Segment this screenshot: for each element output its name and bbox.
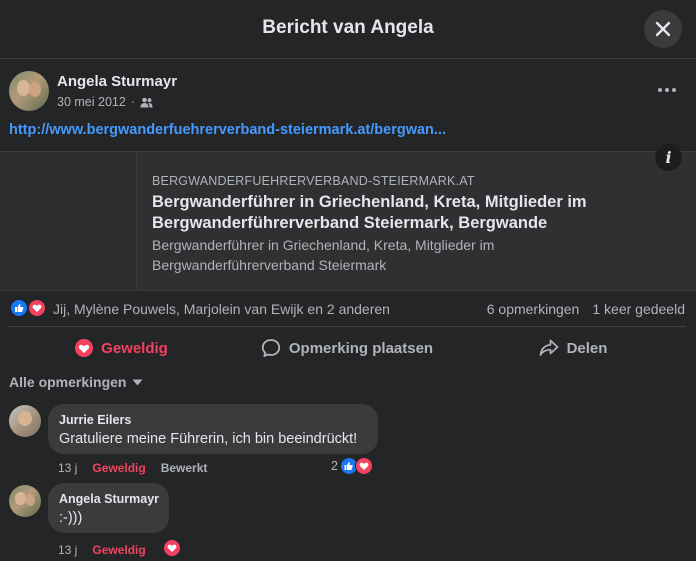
commenter-avatar[interactable] [9,485,41,517]
dialog-header: Bericht van Angela [0,0,696,59]
link-preview[interactable]: BERGWANDERFUEHRERVERBAND-STEIERMARK.AT B… [0,151,696,291]
comment-meta: 13 j Geweldig Bewerkt [58,461,207,475]
post-meta: 30 mei 2012 · [57,95,153,109]
comment-button[interactable]: Opmerking plaatsen [234,327,460,369]
info-icon: i [665,148,672,167]
more-options-icon [658,88,676,92]
shares-count[interactable]: 1 keer gedeeld [592,301,685,317]
commenter-avatar[interactable] [9,405,41,437]
love-reaction-icon [354,457,373,475]
heart-icon [75,339,94,357]
share-button[interactable]: Delen [460,327,686,369]
close-icon [655,21,671,37]
dot-separator: · [130,95,135,109]
comment-icon [261,339,280,357]
reaction-names[interactable]: Jij, Mylène Pouwels, Marjolein van Ewijk… [53,301,390,317]
post-stats: 6 opmerkingen 1 keer gedeeld [487,301,685,317]
comment-meta: 13 j Geweldig [58,543,146,557]
link-preview-thumbnail[interactable] [0,152,137,290]
comment-time[interactable]: 13 j [58,461,77,475]
comment-button-label: Opmerking plaatsen [288,339,434,357]
post-options-button[interactable] [656,80,678,100]
comments-filter-label: Alle opmerkingen [9,374,127,390]
caret-down-icon [132,379,143,385]
reaction-icons[interactable] [10,299,50,319]
comments-filter[interactable]: Alle opmerkingen [9,374,143,390]
comments-count[interactable]: 6 opmerkingen [487,301,580,317]
love-reaction-icon [163,539,181,557]
like-button-label: Geweldig [101,339,168,357]
comment-like-button[interactable]: Geweldig [92,543,145,557]
dialog-title: Bericht van Angela [262,17,434,38]
comment-reactions[interactable] [163,539,181,557]
friends-icon[interactable] [140,97,153,108]
link-preview-domain: BERGWANDERFUEHRERVERBAND-STEIERMARK.AT [152,174,475,188]
close-button[interactable] [644,10,682,48]
comment-reactions[interactable]: 2 [331,457,373,475]
comment-bubble: Jurrie Eilers Gratuliere meine Führerin,… [48,404,378,454]
comment-edited-label[interactable]: Bewerkt [161,461,208,475]
share-icon [539,339,558,356]
comment-reaction-count: 2 [331,459,338,473]
share-button-label: Delen [566,339,608,357]
post-actions: Geweldig Opmerking plaatsen Delen [9,326,686,370]
like-button[interactable]: Geweldig [9,327,234,369]
post-link[interactable]: http://www.bergwanderfuehrerverband-stei… [9,122,446,138]
comment-bubble: Angela Sturmayr :-))) [48,483,169,533]
author-avatar[interactable] [9,71,49,111]
love-reaction-icon [28,299,46,317]
comment-time[interactable]: 13 j [58,543,77,557]
post-author-name[interactable]: Angela Sturmayr [57,73,177,90]
reactions-summary: Jij, Mylène Pouwels, Marjolein van Ewijk… [0,298,696,322]
post-date[interactable]: 30 mei 2012 [57,95,126,109]
comment-text: :-))) [59,510,83,526]
comment-text: Gratuliere meine Führerin, ich bin beein… [59,431,358,447]
link-preview-description: Bergwanderführer in Griechenland, Kreta,… [152,237,495,273]
like-reaction-icon [10,299,28,317]
comment-like-button[interactable]: Geweldig [92,461,145,475]
comment-author[interactable]: Jurrie Eilers [59,413,131,427]
info-button[interactable]: i [655,144,682,171]
comment-author[interactable]: Angela Sturmayr [59,492,159,506]
link-preview-title: Bergwanderführer in Griechenland, Kreta,… [152,193,587,232]
